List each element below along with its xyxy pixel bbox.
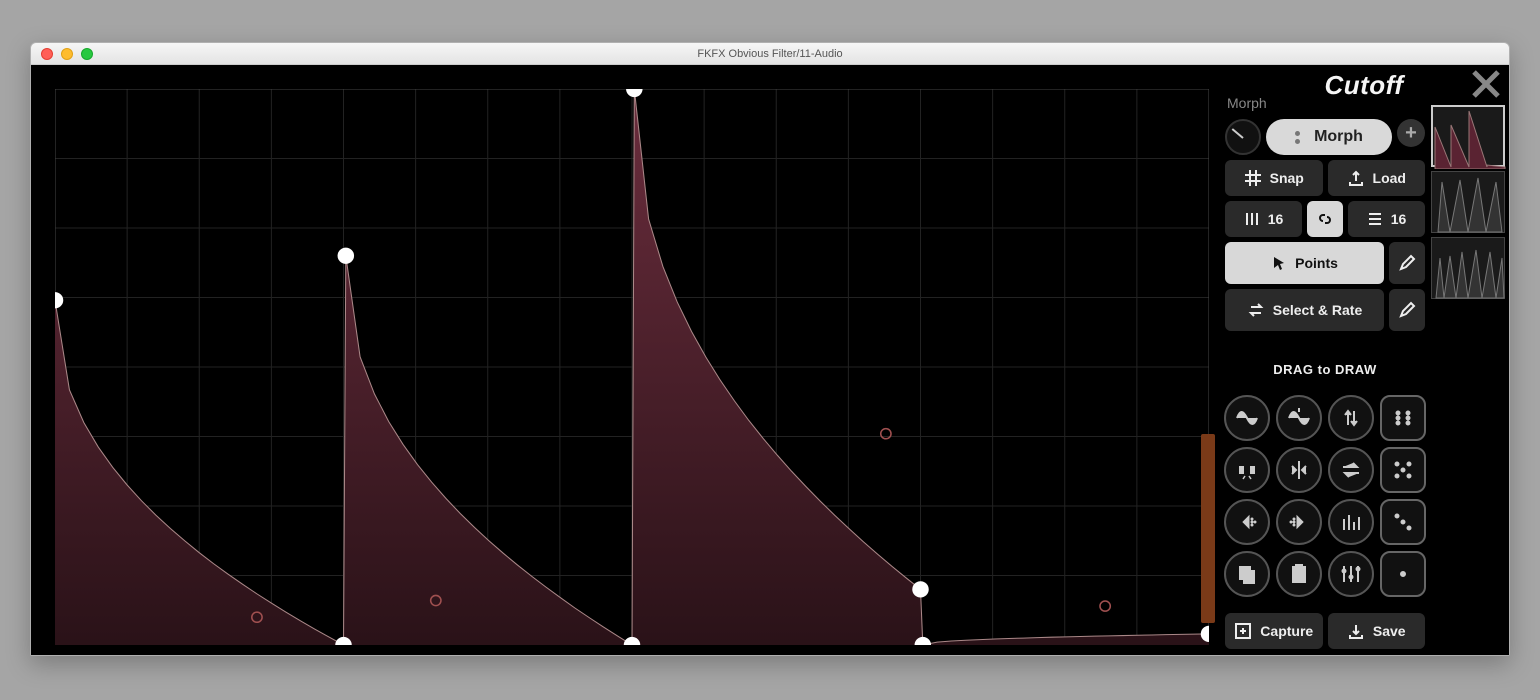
draw-hint: DRAG to DRAW	[1225, 362, 1425, 377]
copy-button[interactable]	[1224, 551, 1270, 597]
select-rate-button[interactable]: Select & Rate	[1225, 289, 1384, 331]
hlines-icon	[1367, 211, 1383, 227]
plugin-content: Cutoff Morph Morph +	[31, 65, 1509, 655]
random-1-button[interactable]	[1380, 551, 1426, 597]
envelope-canvas[interactable]	[55, 89, 1209, 645]
mirror-horizontal-button[interactable]	[1276, 447, 1322, 493]
vertical-scroll-thumb[interactable]	[1201, 434, 1215, 623]
morph-selector[interactable]: Morph	[1266, 119, 1392, 155]
draw-tool-button[interactable]	[1389, 242, 1425, 284]
morph-label: Morph	[1227, 95, 1267, 111]
cursor-icon	[1271, 255, 1287, 271]
link-icon	[1316, 210, 1334, 228]
flip-vertical-button[interactable]	[1328, 395, 1374, 441]
morph-selector-label: Morph	[1314, 128, 1363, 146]
zoom-window-button[interactable]	[81, 48, 93, 60]
capture-button[interactable]: Capture	[1225, 613, 1323, 649]
pencil-icon	[1398, 301, 1416, 319]
grid-vertical-button[interactable]: 16	[1225, 201, 1302, 237]
envelope-editor[interactable]	[55, 89, 1209, 645]
download-icon	[1347, 622, 1365, 640]
load-button[interactable]: Load	[1328, 160, 1426, 196]
paste-button[interactable]	[1276, 551, 1322, 597]
vlines-icon	[1244, 211, 1260, 227]
link-grid-button[interactable]	[1307, 201, 1343, 237]
random-3-button[interactable]	[1380, 499, 1426, 545]
capture-icon	[1234, 622, 1252, 640]
nudge-right-button[interactable]	[1276, 499, 1322, 545]
select-rate-edit-button[interactable]	[1389, 289, 1425, 331]
shape-tools	[1225, 395, 1425, 597]
preset-thumbs	[1431, 105, 1505, 299]
points-tool-button[interactable]: Points	[1225, 242, 1384, 284]
close-window-button[interactable]	[41, 48, 53, 60]
grid-horizontal-button[interactable]: 16	[1348, 201, 1425, 237]
gap-insert-button[interactable]	[1224, 447, 1270, 493]
titlebar[interactable]: FKFX Obvious Filter/11-Audio	[31, 43, 1509, 65]
grid-vertical-value: 16	[1268, 211, 1284, 227]
save-button[interactable]: Save	[1328, 613, 1426, 649]
capture-label: Capture	[1260, 623, 1313, 639]
upload-icon	[1347, 169, 1365, 187]
wave-sine-button[interactable]	[1224, 395, 1270, 441]
window-controls	[31, 48, 93, 60]
preset-thumb-1[interactable]	[1431, 105, 1505, 167]
close-panel-button[interactable]	[1469, 67, 1503, 106]
morph-knob[interactable]	[1225, 119, 1261, 155]
snap-label: Snap	[1270, 170, 1304, 186]
swap-icon	[1247, 301, 1265, 319]
swap-horizontal-button[interactable]	[1328, 447, 1374, 493]
minimize-window-button[interactable]	[61, 48, 73, 60]
snap-button[interactable]: Snap	[1225, 160, 1323, 196]
app-window: FKFX Obvious Filter/11-Audio	[30, 42, 1510, 656]
random-6-button[interactable]	[1380, 395, 1426, 441]
random-5-button[interactable]	[1380, 447, 1426, 493]
nudge-left-button[interactable]	[1224, 499, 1270, 545]
grid-icon	[1244, 169, 1262, 187]
select-rate-label: Select & Rate	[1273, 302, 1362, 318]
side-panel: Cutoff Morph Morph +	[1219, 65, 1509, 655]
window-title: FKFX Obvious Filter/11-Audio	[31, 48, 1509, 60]
pencil-icon	[1398, 254, 1416, 272]
preset-thumb-2[interactable]	[1431, 171, 1505, 233]
preset-thumb-3[interactable]	[1431, 237, 1505, 299]
grid-horizontal-value: 16	[1391, 211, 1407, 227]
sliders-tool-button[interactable]	[1328, 551, 1374, 597]
add-morph-button[interactable]: +	[1397, 119, 1425, 147]
save-label: Save	[1373, 623, 1406, 639]
load-label: Load	[1373, 170, 1406, 186]
bars-tool-button[interactable]	[1328, 499, 1374, 545]
points-label: Points	[1295, 255, 1338, 271]
wave-sine-sharp-button[interactable]	[1276, 395, 1322, 441]
panel-title: Cutoff	[1324, 70, 1403, 101]
